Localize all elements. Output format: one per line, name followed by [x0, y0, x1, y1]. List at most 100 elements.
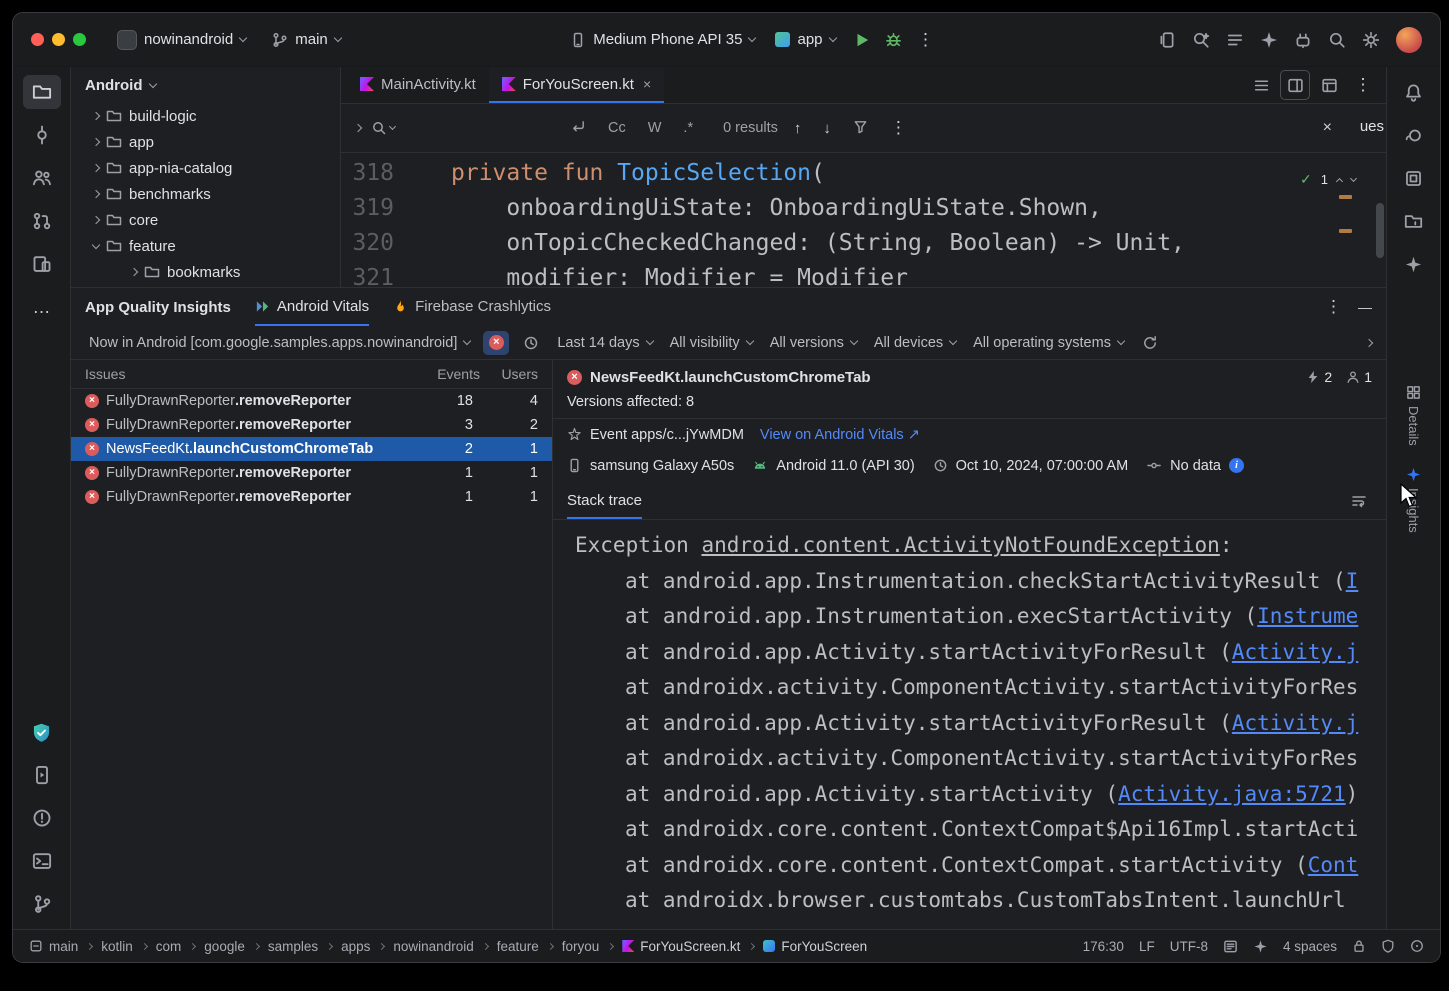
issue-row-selected[interactable]: × NewsFeedKt.launchCustomChromeTab 2 1	[71, 437, 552, 461]
notifications-status-icon[interactable]	[1410, 939, 1424, 953]
ai-status-icon[interactable]	[1253, 939, 1268, 954]
stack-frame-link[interactable]: Activity.j	[1232, 711, 1358, 735]
previous-occurrence-button[interactable]: ↑	[788, 120, 808, 137]
tab-stack-trace[interactable]: Stack trace	[567, 483, 642, 519]
issue-row[interactable]: × FullyDrawnReporter.removeReporter 18 4	[71, 389, 552, 413]
plugins-button[interactable]	[1288, 25, 1318, 55]
expand-filters-icon[interactable]	[1365, 338, 1373, 346]
chevron-right-icon[interactable]	[92, 112, 100, 120]
os-filter[interactable]: All operating systems	[969, 332, 1128, 354]
caret-position-widget[interactable]: 176:30	[1083, 939, 1124, 954]
line-separator-widget[interactable]: LF	[1139, 939, 1155, 954]
minimize-panel-button[interactable]: —	[1358, 299, 1372, 315]
close-tab-icon[interactable]: ×	[643, 76, 651, 92]
tree-item-benchmarks[interactable]: benchmarks	[71, 181, 340, 207]
inspection-widget[interactable]: ✓ 1	[1300, 162, 1356, 197]
commit-tool-button[interactable]	[23, 118, 61, 152]
gemini-button[interactable]	[1254, 25, 1284, 55]
notifications-tool-button[interactable]	[1395, 75, 1433, 109]
close-find-bar-button[interactable]: ×	[1323, 119, 1332, 137]
device-mirroring-button[interactable]	[1152, 25, 1182, 55]
breadcrumb-item[interactable]: feature	[497, 939, 539, 954]
project-view-selector[interactable]: Android	[71, 67, 340, 103]
refresh-button[interactable]	[1137, 331, 1163, 355]
event-id-label[interactable]: Event apps/c...jYwMDM	[590, 427, 744, 443]
stack-trace[interactable]: Exception android.content.ActivityNotFou…	[553, 520, 1386, 929]
versions-filter[interactable]: All versions	[766, 332, 861, 354]
tree-item-feature[interactable]: feature	[71, 233, 340, 259]
tree-item-bookmarks[interactable]: bookmarks	[71, 259, 340, 285]
column-users[interactable]: Users	[480, 366, 538, 382]
breadcrumb-item[interactable]: samples	[268, 939, 318, 954]
chevron-right-icon[interactable]	[92, 138, 100, 146]
breadcrumb-symbol[interactable]: ForYouScreen	[781, 939, 867, 954]
breadcrumb-item[interactable]: google	[204, 939, 245, 954]
fatal-filter-toggle[interactable]: ×	[483, 331, 509, 355]
pull-requests-tool-button[interactable]	[23, 204, 61, 238]
problems-tool-button[interactable]	[23, 801, 61, 835]
error-stripe-mark[interactable]	[1339, 229, 1352, 233]
hide-editor-tabs-button[interactable]	[1314, 70, 1344, 100]
aqi-options-button[interactable]: ⋮	[1325, 297, 1342, 317]
split-editor-button[interactable]	[1280, 70, 1310, 100]
gradle-tool-button[interactable]	[1395, 118, 1433, 152]
tab-foryouscreen[interactable]: ForYouScreen.kt ×	[489, 67, 664, 103]
error-stripe-mark[interactable]	[1339, 195, 1352, 199]
stack-frame-link[interactable]: Activity.j	[1232, 640, 1358, 664]
more-tool-windows-button[interactable]: …	[23, 290, 61, 324]
anr-filter-toggle[interactable]	[518, 331, 544, 355]
editor-scrollbar[interactable]	[1376, 203, 1384, 258]
view-on-android-vitals-link[interactable]: View on Android Vitals ↗	[760, 427, 920, 443]
stack-frame-link[interactable]: Instrume	[1257, 604, 1358, 628]
project-tool-button[interactable]	[23, 75, 61, 109]
close-window-button[interactable]	[31, 33, 44, 46]
chevron-right-icon[interactable]	[92, 164, 100, 172]
info-icon[interactable]: i	[1229, 458, 1244, 473]
device-manager-tool-button[interactable]	[23, 247, 61, 281]
breadcrumb-item[interactable]: apps	[341, 939, 370, 954]
tab-firebase-crashlytics[interactable]: Firebase Crashlytics	[393, 288, 551, 326]
layout-inspector-tool-button[interactable]	[1395, 161, 1433, 195]
breadcrumb-item[interactable]: kotlin	[101, 939, 133, 954]
stack-frame-link[interactable]: Cont	[1308, 853, 1359, 877]
breadcrumb-item[interactable]: com	[156, 939, 182, 954]
tree-item-core[interactable]: core	[71, 207, 340, 233]
debug-button[interactable]	[879, 25, 909, 55]
device-explorer-tool-button[interactable]	[1395, 204, 1433, 238]
column-events[interactable]: Events	[416, 366, 480, 382]
chevron-down-icon[interactable]	[92, 240, 100, 248]
reader-mode-icon[interactable]	[1223, 939, 1238, 954]
details-panel-tab[interactable]: Details	[1406, 379, 1421, 452]
breadcrumb-item[interactable]: main	[49, 939, 78, 954]
code-editor[interactable]: 318 private fun TopicSelection( 319 onbo…	[341, 153, 1386, 287]
chevron-right-icon[interactable]	[130, 268, 138, 276]
issue-row[interactable]: × FullyDrawnReporter.removeReporter 1 1	[71, 461, 552, 485]
assistant-tool-button[interactable]	[1395, 247, 1433, 281]
chevron-right-icon[interactable]	[92, 216, 100, 224]
tab-android-vitals[interactable]: Android Vitals	[255, 288, 369, 326]
tree-item-build-logic[interactable]: build-logic	[71, 103, 340, 129]
project-selector[interactable]: nowinandroid	[108, 24, 255, 56]
firebase-project-selector[interactable]: Now in Android [com.google.samples.apps.…	[85, 332, 474, 354]
exception-link[interactable]: android.content.ActivityNotFoundExceptio…	[701, 533, 1219, 557]
editor-options-button[interactable]: ⋮	[1348, 70, 1378, 100]
more-run-options-button[interactable]: ⋮	[911, 25, 941, 55]
ai-search-button[interactable]	[1186, 25, 1216, 55]
previous-problem-icon[interactable]	[1336, 177, 1343, 184]
regex-toggle[interactable]: .*	[677, 117, 699, 139]
tab-mainactivity[interactable]: MainActivity.kt	[347, 67, 489, 103]
task-list-button[interactable]	[1220, 25, 1250, 55]
issue-row[interactable]: × FullyDrawnReporter.removeReporter 1 1	[71, 485, 552, 509]
inspections-status-icon[interactable]	[1381, 939, 1395, 953]
whole-words-toggle[interactable]: W	[642, 117, 668, 139]
stack-frame-link[interactable]: Activity.java:5721	[1118, 782, 1346, 806]
zoom-window-button[interactable]	[73, 33, 86, 46]
device-selector[interactable]: Medium Phone API 35	[561, 25, 764, 54]
search-options-button[interactable]: ⋮	[884, 115, 913, 141]
devices-filter[interactable]: All devices	[870, 332, 960, 354]
minimize-window-button[interactable]	[52, 33, 65, 46]
stack-frame-link[interactable]: I	[1346, 569, 1359, 593]
breadcrumb-item[interactable]: nowinandroid	[393, 939, 473, 954]
version-control-tool-button[interactable]	[23, 887, 61, 921]
filter-search-button[interactable]	[847, 116, 874, 141]
